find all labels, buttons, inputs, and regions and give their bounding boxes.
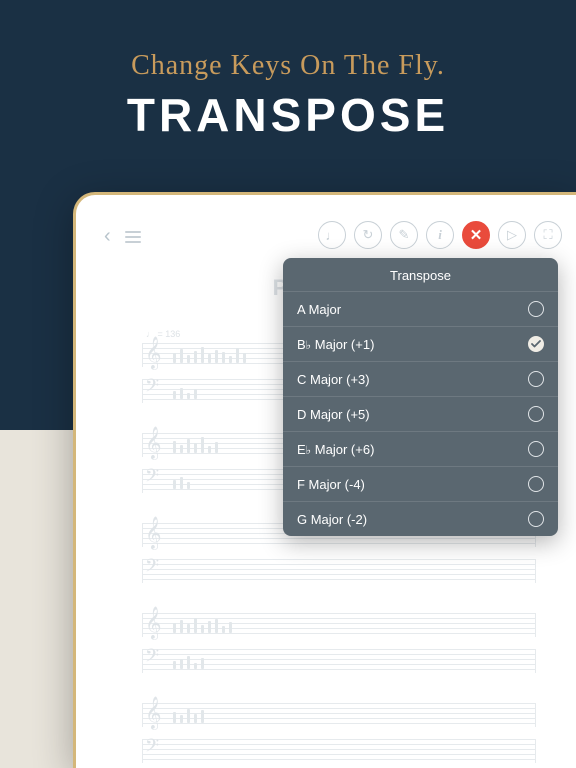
transpose-option-label: G Major (-2) — [297, 512, 367, 527]
transpose-option-label: A Major — [297, 302, 341, 317]
radio-unchecked-icon — [528, 301, 544, 317]
radio-unchecked-icon — [528, 441, 544, 457]
transpose-option[interactable]: A Major — [283, 291, 558, 326]
back-button[interactable]: ‹ — [104, 225, 111, 248]
transpose-option[interactable]: C Major (+3) — [283, 361, 558, 396]
app-nav-left: ‹ — [104, 225, 141, 248]
play-icon[interactable]: ▷ — [498, 221, 526, 249]
radio-unchecked-icon — [528, 371, 544, 387]
radio-unchecked-icon — [528, 406, 544, 422]
transpose-option-label: E♭ Major (+6) — [297, 442, 374, 457]
popover-arrow — [516, 258, 532, 259]
menu-icon[interactable] — [125, 231, 141, 243]
radio-checked-icon — [528, 336, 544, 352]
transpose-option-label: D Major (+5) — [297, 407, 370, 422]
info-icon[interactable]: i — [426, 221, 454, 249]
tablet-screen: ‹ ♩ ↻ ✎ i ✕ ▷ ⛶ PIECES MAKSIM MRVICA ♩ =… — [86, 205, 576, 768]
transpose-option[interactable]: E♭ Major (+6) — [283, 431, 558, 466]
transpose-option-label: C Major (+3) — [297, 372, 370, 387]
transpose-option[interactable]: B♭ Major (+1) — [283, 326, 558, 361]
transpose-option[interactable]: D Major (+5) — [283, 396, 558, 431]
fullscreen-icon[interactable]: ⛶ — [534, 221, 562, 249]
popover-title: Transpose — [283, 258, 558, 291]
transpose-option-label: B♭ Major (+1) — [297, 337, 374, 352]
loop-icon[interactable]: ↻ — [354, 221, 382, 249]
annotate-icon[interactable]: ✎ — [390, 221, 418, 249]
app-toolbar: ♩ ↻ ✎ i ✕ ▷ ⛶ — [318, 221, 562, 249]
tablet-frame: ‹ ♩ ↻ ✎ i ✕ ▷ ⛶ PIECES MAKSIM MRVICA ♩ =… — [73, 192, 576, 768]
close-icon[interactable]: ✕ — [462, 221, 490, 249]
radio-unchecked-icon — [528, 511, 544, 527]
radio-unchecked-icon — [528, 476, 544, 492]
transpose-option[interactable]: F Major (-4) — [283, 466, 558, 501]
hero-subtitle: Change Keys On The Fly. — [0, 50, 576, 82]
staff-system-5: 𝄞 𝄢 — [142, 703, 536, 763]
transpose-option-label: F Major (-4) — [297, 477, 365, 492]
metronome-icon[interactable]: ♩ — [318, 221, 346, 249]
staff-system-4: 𝄞 𝄢 — [142, 613, 536, 673]
hero-title: TRANSPOSE — [0, 88, 576, 142]
transpose-option[interactable]: G Major (-2) — [283, 501, 558, 536]
transpose-popover: Transpose A Major B♭ Major (+1) C Major (+… — [283, 258, 558, 536]
